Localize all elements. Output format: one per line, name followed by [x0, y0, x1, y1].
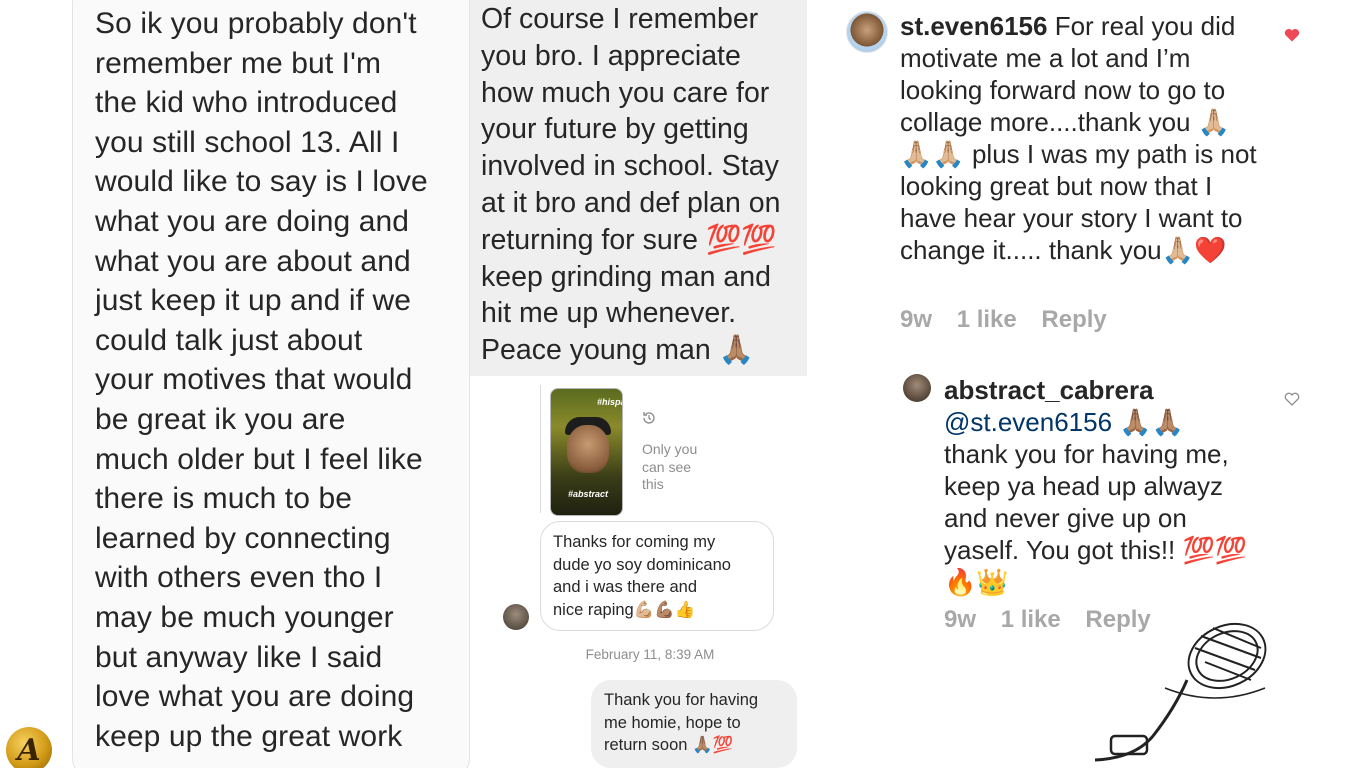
reply-comment-username[interactable]: abstract_cabrera	[944, 374, 1254, 406]
story-tag: #abstract	[567, 489, 609, 499]
outgoing-message-text: Thank you for having me homie, hope to r…	[604, 691, 759, 754]
comment-body: st.even6156 For real you did motivate me…	[900, 10, 1260, 266]
avatar-letter: A	[17, 732, 41, 768]
left-message-text: So ik you probably don't remember me but…	[95, 7, 428, 753]
story-thumbnail[interactable]: #hispa #abstract	[550, 388, 623, 516]
incoming-message-text: Thanks for coming my dude yo soy dominic…	[553, 533, 731, 619]
story-reply-line	[540, 385, 541, 513]
heart-liked-icon[interactable]	[1284, 28, 1300, 42]
comment-meta: 9w 1 like Reply	[900, 306, 1107, 334]
sender-avatar[interactable]: A	[6, 727, 52, 768]
mention-link[interactable]: @st.even6156	[944, 407, 1112, 437]
comment-username[interactable]: st.even6156	[900, 11, 1047, 41]
comment-time: 9w	[900, 306, 933, 333]
reply-commenter-avatar[interactable]	[903, 374, 931, 402]
comment-text: For real you did motivate me a lot and I…	[900, 11, 1257, 265]
reply-comment-time: 9w	[944, 606, 977, 633]
reply-message-text: Of course I remember you bro. I apprecia…	[481, 3, 781, 367]
heart-outline-icon[interactable]	[1284, 392, 1300, 406]
message-timestamp: February 11, 8:39 AM	[585, 647, 715, 662]
reply-comment-body: abstract_cabrera @st.even6156 🙏🏽🙏🏽 thank…	[944, 374, 1254, 598]
story-tag-top: #hispa	[597, 397, 623, 407]
reply-comment-likes-count[interactable]: 1 like	[1001, 606, 1061, 633]
story-face-shape	[567, 425, 609, 473]
replay-icon	[643, 412, 655, 424]
commenter-avatar[interactable]	[846, 11, 888, 53]
reply-button[interactable]: Reply	[1041, 306, 1106, 333]
microphone-logo-icon	[1094, 622, 1267, 762]
only-you-can-see-label: Only you can see this	[642, 441, 698, 492]
comment-likes-count[interactable]: 1 like	[957, 306, 1017, 333]
dm-sender-avatar[interactable]	[503, 604, 529, 630]
